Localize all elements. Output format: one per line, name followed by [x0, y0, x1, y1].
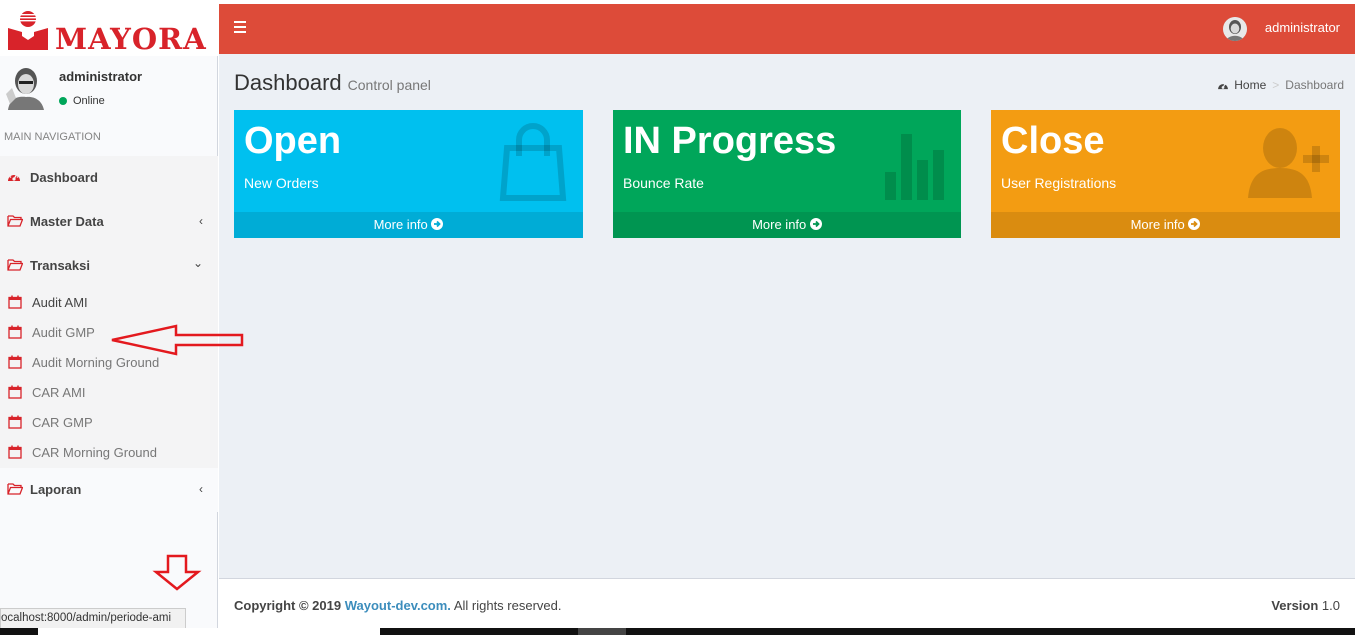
more-info-link[interactable]: More info [613, 212, 961, 238]
arrow-circle-right-icon [1188, 218, 1201, 230]
sidebar-item-label: Transaksi [30, 258, 90, 273]
breadcrumb-current: Dashboard [1285, 78, 1344, 92]
arrow-circle-right-icon [809, 218, 822, 230]
sidebar-subitem-audit-ami[interactable]: Audit AMI [0, 288, 218, 318]
page-title: Dashboard Control panel [234, 70, 431, 96]
chevron-down-icon: ⌄ [192, 256, 203, 270]
folder-open-icon [7, 215, 23, 227]
stat-box-close: Close User Registrations More info [991, 110, 1340, 238]
sidebar-item-label: Master Data [30, 214, 104, 229]
sidebar-subitem-label: CAR GMP [32, 415, 93, 430]
dashboard-icon [8, 173, 20, 181]
brand-logo[interactable]: MAYORA [0, 0, 218, 56]
more-info-link[interactable]: More info [991, 212, 1340, 238]
sidebar-subitem-car-morning-ground[interactable]: CAR Morning Ground [0, 438, 218, 468]
more-info-label: More info [752, 217, 807, 232]
page-subtitle: Control panel [347, 77, 431, 93]
app-root: MAYORA administrator Online MAIN NAVIGAT… [0, 0, 1355, 635]
version-number: 1.0 [1321, 598, 1340, 613]
mayora-logo-icon [8, 11, 48, 50]
sidebar-item-laporan[interactable]: Laporan ‹ [0, 468, 218, 512]
chevron-left-icon: ‹ [199, 214, 203, 228]
stat-box-title: IN Progress [623, 120, 837, 162]
more-info-label: More info [373, 217, 428, 232]
stat-box-title: Open [244, 120, 342, 162]
stat-box-open: Open New Orders More info [234, 110, 583, 238]
breadcrumb: Home > Dashboard [1217, 78, 1344, 92]
calendar-icon [8, 295, 22, 309]
folder-open-icon [7, 483, 23, 495]
top-navbar: administrator [219, 4, 1355, 54]
more-info-link[interactable]: More info [234, 212, 583, 238]
browser-status-url: ocalhost:8000/admin/periode-ami [0, 608, 186, 629]
menu-toggle-icon[interactable] [234, 21, 246, 36]
user-status: Online [59, 95, 105, 107]
sidebar-subitem-label: Audit GMP [32, 325, 95, 340]
stat-box-desc: New Orders [244, 175, 319, 191]
breadcrumb-home[interactable]: Home [1234, 78, 1266, 92]
brand-name: MAYORA [55, 22, 207, 56]
annotation-arrow-down-icon [152, 554, 202, 591]
avatar [4, 64, 44, 110]
arrow-circle-right-icon [431, 218, 444, 230]
header-avatar[interactable] [1223, 17, 1247, 41]
version: Version 1.0 [1271, 598, 1340, 613]
user-name: administrator [59, 69, 143, 84]
taskbar-strip [0, 628, 1355, 635]
shopping-bag-icon [499, 123, 567, 201]
bar-chart-icon [885, 134, 944, 200]
stat-box-title: Close [1001, 120, 1105, 162]
calendar-icon [8, 445, 22, 459]
sidebar-subitem-label: Audit AMI [32, 295, 88, 310]
company-link[interactable]: Wayout-dev.com. [345, 598, 451, 613]
sidebar-item-master-data[interactable]: Master Data ‹ [0, 200, 218, 244]
sidebar: MAYORA administrator Online MAIN NAVIGAT… [0, 0, 218, 635]
calendar-icon [8, 325, 22, 339]
more-info-label: More info [1130, 217, 1185, 232]
stat-box-desc: Bounce Rate [623, 175, 704, 191]
sidebar-subitem-label: CAR Morning Ground [32, 445, 157, 460]
online-dot-icon [59, 97, 67, 106]
sidebar-item-dashboard[interactable]: Dashboard [0, 156, 218, 200]
version-label: Version [1271, 598, 1319, 613]
user-panel: administrator Online [0, 58, 218, 122]
sidebar-item-label: Dashboard [30, 170, 98, 185]
sidebar-submenu: Audit AMI Audit GMP Audit Morning Ground… [0, 288, 218, 468]
dashboard-icon [1218, 83, 1229, 90]
sidebar-item-label: Laporan [30, 482, 82, 497]
user-status-label: Online [73, 95, 105, 107]
sidebar-subitem-label: Audit Morning Ground [32, 355, 160, 370]
page-title-text: Dashboard [234, 70, 342, 95]
calendar-icon [8, 385, 22, 399]
sidebar-subitem-car-ami[interactable]: CAR AMI [0, 378, 218, 408]
calendar-icon [8, 355, 22, 369]
sidebar-subitem-label: CAR AMI [32, 385, 86, 400]
chevron-left-icon: ‹ [199, 482, 203, 496]
rights-text: All rights reserved. [453, 598, 562, 613]
breadcrumb-separator: > [1272, 78, 1280, 92]
folder-open-icon [7, 259, 23, 271]
annotation-arrow-left-icon [111, 324, 244, 356]
stat-box-desc: User Registrations [1001, 175, 1117, 191]
stat-box-in-progress: IN Progress Bounce Rate More info [613, 110, 961, 238]
user-plus-icon [1248, 128, 1329, 198]
main-content: Dashboard Control panel Home > Dashboard Op… [219, 54, 1355, 578]
header-user-name[interactable]: administrator [1265, 20, 1340, 35]
copyright-prefix: Copyright © 2019 [234, 598, 342, 613]
copyright: Copyright © 2019 Wayout-dev.com. All rig… [234, 598, 561, 613]
nav-header: MAIN NAVIGATION [4, 131, 101, 143]
page-footer: Copyright © 2019 Wayout-dev.com. All rig… [219, 578, 1355, 628]
sidebar-subitem-car-gmp[interactable]: CAR GMP [0, 408, 218, 438]
calendar-icon [8, 415, 22, 429]
sidebar-item-transaksi[interactable]: Transaksi ⌄ [0, 244, 218, 288]
